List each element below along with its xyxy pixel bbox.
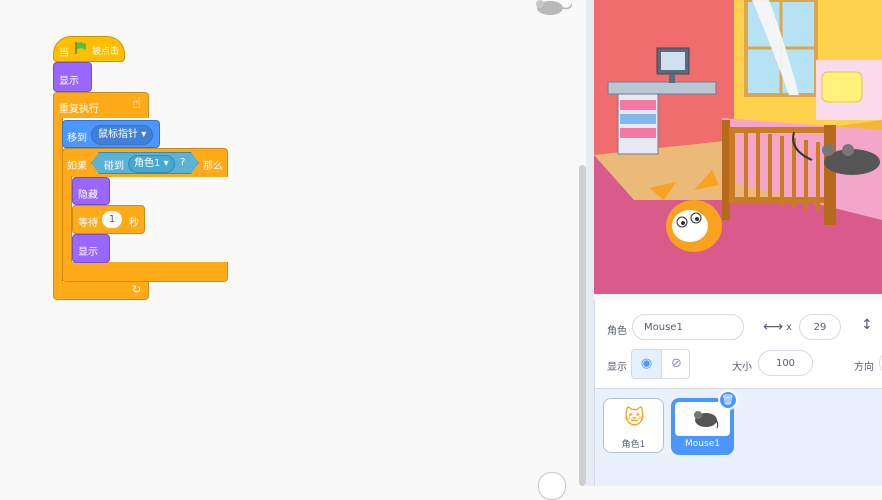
direction-label: 方向 — [854, 362, 874, 373]
x-input[interactable]: 29 — [799, 314, 841, 340]
touching-dropdown[interactable]: 角色1 ▾ — [128, 155, 175, 173]
sprite-card-cat[interactable]: 🐱 角色1 — [603, 398, 664, 453]
wait-label: 等待 — [78, 218, 98, 229]
question-mark: ? — [180, 157, 186, 168]
sprite-name-label: 角色 — [607, 326, 627, 337]
size-label: 大小 — [732, 362, 752, 373]
when-flag-clicked-block[interactable]: 当 被点击 — [53, 36, 125, 62]
x-label: x — [786, 322, 792, 333]
green-flag-icon — [74, 41, 88, 58]
forever-block[interactable]: 重复执行 ☝ — [53, 92, 149, 118]
mouse-sprite-icon — [528, 0, 573, 23]
hide-block[interactable]: 隐藏 — [72, 177, 110, 205]
visible-eye-icon[interactable]: ◉ — [632, 350, 661, 378]
when-prefix: 当 — [59, 48, 69, 59]
show-label: 显示 — [607, 362, 627, 373]
hide-label: 隐藏 — [78, 190, 98, 201]
show-block[interactable]: 显示 — [53, 62, 92, 92]
zoom-reset-icon[interactable] — [538, 472, 566, 500]
go-to-block[interactable]: 移到 鼠标指针 ▾ — [62, 120, 160, 148]
wait-unit: 秒 — [129, 218, 139, 229]
loop-arrow-icon: ↻ — [132, 283, 142, 296]
if-block[interactable]: 如果 碰到 角色1 ▾ ? 那么 — [62, 148, 228, 177]
touching-target: 角色1 — [134, 158, 161, 169]
sprite-info: 角色 Mouse1 ⟷ x 29 ↕ 显示 ◉ ⊘ 大小 100 方向 — [595, 300, 882, 389]
touching-label: 碰到 — [104, 161, 124, 172]
mouse-thumbnail-icon — [689, 408, 719, 433]
code-area[interactable]: 当 被点击 显示 重复执行 ☝ ↻ 移到 鼠标指针 ▾ 如果 碰到 角色1 ▾ … — [0, 0, 586, 500]
when-suffix: 被点击 — [92, 47, 120, 57]
show-label-2: 显示 — [78, 247, 98, 258]
delete-sprite-icon[interactable]: 🗑 — [718, 390, 738, 410]
forever-label: 重复执行 — [59, 104, 99, 115]
size-input[interactable]: 100 — [758, 350, 813, 376]
touching-condition-block[interactable]: 碰到 角色1 ▾ ? — [91, 152, 199, 174]
cat-thumbnail-icon: 🐱 — [624, 405, 645, 429]
forever-bottom: ↻ — [53, 282, 149, 300]
go-to-target: 鼠标指针 — [98, 129, 138, 140]
show-block-2[interactable]: 显示 — [72, 234, 110, 263]
wait-input[interactable]: 1 — [102, 211, 122, 228]
show-toggle: ◉ ⊘ — [631, 349, 690, 379]
panel-divider — [586, 0, 594, 486]
if-side — [62, 176, 72, 264]
go-to-label: 移到 — [67, 133, 87, 144]
sprite-panel: 角色 Mouse1 ⟷ x 29 ↕ 显示 ◉ ⊘ 大小 100 方向 🐱 角色… — [594, 300, 882, 486]
go-to-dropdown[interactable]: 鼠标指针 ▾ — [91, 125, 154, 145]
sprite-label-cat: 角色1 — [621, 440, 646, 450]
chevron-down-icon: ▾ — [141, 129, 147, 140]
if-bottom — [62, 262, 228, 282]
stage[interactable] — [594, 0, 882, 294]
sprite-label-mouse: Mouse1 — [685, 439, 720, 449]
sprite-name-input[interactable]: Mouse1 — [632, 314, 744, 340]
then-label: 那么 — [203, 161, 223, 172]
sprite-card-mouse[interactable]: Mouse1 🗑 — [671, 390, 738, 455]
hidden-eye-icon[interactable]: ⊘ — [661, 350, 689, 378]
hand-cursor-icon: ☝ — [132, 94, 142, 112]
x-arrow-icon: ⟷ — [763, 319, 784, 335]
show-label: 显示 — [59, 76, 79, 87]
chevron-down-icon: ▾ — [163, 158, 169, 169]
wait-block[interactable]: 等待 1 秒 — [72, 205, 145, 234]
if-label: 如果 — [67, 161, 87, 172]
code-scrollbar[interactable] — [579, 165, 586, 486]
y-arrow-icon: ↕ — [861, 317, 873, 333]
